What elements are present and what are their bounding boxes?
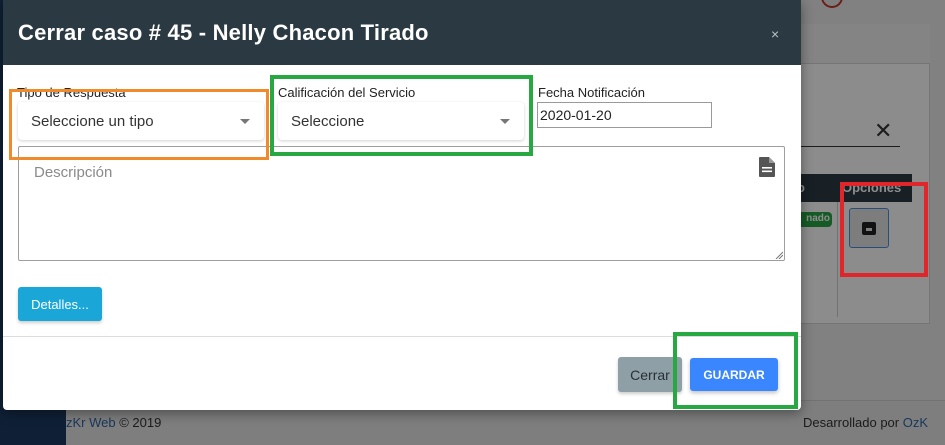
close-case-modal: Cerrar caso # 45 - Nelly Chacon Tirado ×… (3, 0, 801, 410)
tipo-respuesta-label: Tipo de Respuesta (17, 85, 126, 100)
descripcion-textarea[interactable] (18, 146, 785, 261)
detalles-button[interactable]: Detalles... (18, 287, 102, 321)
calificacion-servicio-label: Calificación del Servicio (278, 85, 416, 100)
modal-close-icon[interactable]: × (771, 26, 779, 42)
calificacion-servicio-selected-value: Seleccione (291, 113, 365, 130)
calificacion-servicio-select[interactable]: Seleccione (278, 102, 524, 140)
tipo-respuesta-selected-value: Seleccione un tipo (31, 113, 154, 130)
fecha-notificacion-input[interactable] (537, 102, 712, 128)
caret-down-icon (500, 119, 510, 124)
document-icon (759, 157, 775, 177)
tipo-respuesta-select[interactable]: Seleccione un tipo (18, 102, 264, 140)
modal-footer-divider (3, 336, 801, 337)
cerrar-button[interactable]: Cerrar (618, 357, 682, 392)
textarea-resize-handle[interactable] (775, 251, 783, 259)
modal-header: Cerrar caso # 45 - Nelly Chacon Tirado × (3, 0, 801, 65)
caret-down-icon (240, 119, 250, 124)
guardar-button[interactable]: GUARDAR (690, 358, 778, 391)
fecha-notificacion-label: Fecha Notificación (538, 85, 645, 100)
modal-title: Cerrar caso # 45 - Nelly Chacon Tirado (18, 20, 429, 45)
